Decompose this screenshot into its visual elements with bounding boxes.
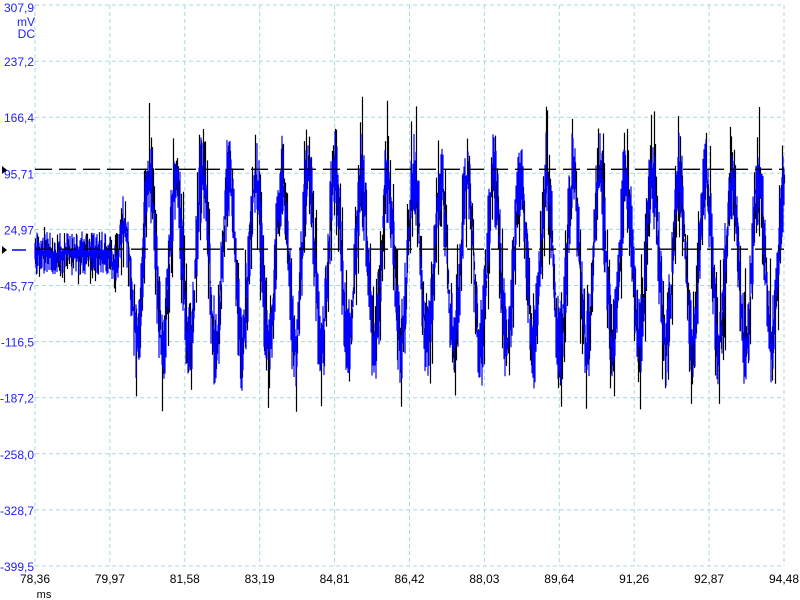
- x-tick-label: 94,48: [769, 572, 799, 586]
- x-tick-label: 86,42: [394, 572, 424, 586]
- x-tick-label: 84,81: [320, 572, 350, 586]
- x-tick-label: 91,26: [619, 572, 649, 586]
- x-unit-label: ms: [37, 589, 52, 600]
- x-tick-label: 78,36: [20, 572, 50, 586]
- x-tick-label: 83,19: [245, 572, 275, 586]
- y-tick-label: 24,97: [4, 223, 34, 237]
- coupling-label: DC: [18, 27, 36, 41]
- y-tick-label: -45,77: [0, 280, 34, 294]
- zero-marker-icon[interactable]: [2, 246, 7, 254]
- oscilloscope-chart: 307,9 237,2 166,4 95,71 24,97 -45,77 -116,5 -18…: [0, 1, 799, 600]
- y-tick-label: -187,2: [0, 392, 34, 406]
- x-tick-label: 88,03: [469, 572, 499, 586]
- y-tick-label: 237,2: [4, 55, 34, 69]
- x-tick-label: 81,58: [170, 572, 200, 586]
- y-tick-label: -116,5: [1, 336, 34, 350]
- y-tick-label: -258,0: [0, 448, 34, 462]
- x-axis: 78,36 79,97 81,58 83,19 84,81 86,42 88,03 89,64…: [20, 572, 799, 586]
- x-tick-label: 92,87: [694, 572, 724, 586]
- y-tick-label: 307,9: [4, 1, 34, 15]
- y-tick-label: 166,4: [4, 111, 34, 125]
- y-tick-label: 95,71: [4, 167, 34, 181]
- y-axis: 307,9 237,2 166,4 95,71 24,97 -45,77 -116,5 -18…: [0, 1, 34, 574]
- y-tick-label: -328,7: [0, 504, 34, 518]
- x-tick-label: 89,64: [544, 572, 574, 586]
- x-tick-label: 79,97: [95, 572, 125, 586]
